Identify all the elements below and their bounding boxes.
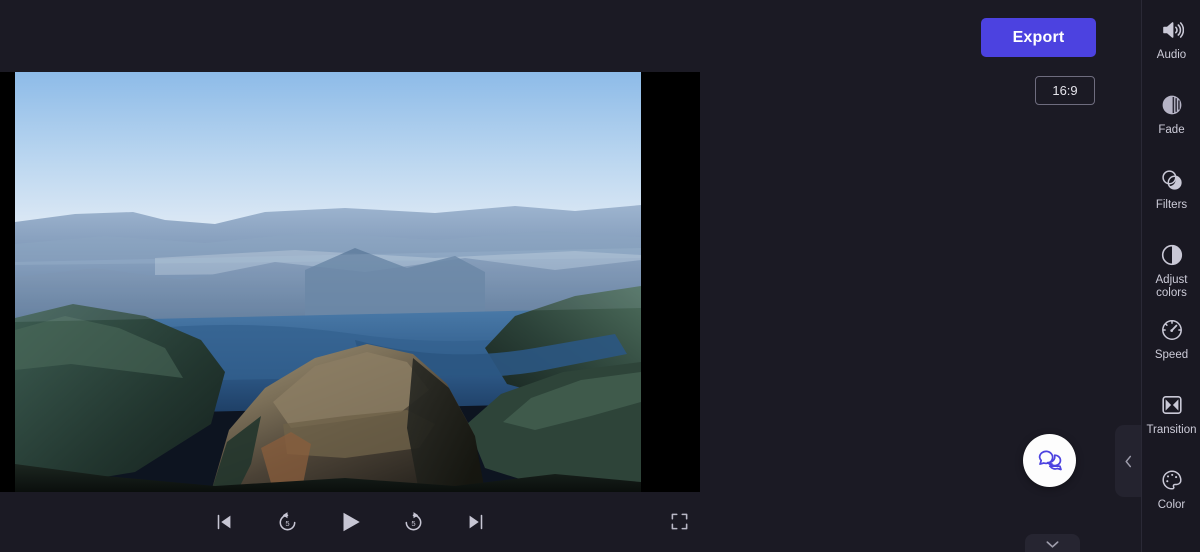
sidebar-item-label: Filters	[1155, 199, 1188, 211]
editor-main-area: Export 16:9 5 5	[0, 0, 1141, 552]
chevron-down-icon	[1046, 541, 1059, 548]
sidebar-item-filters[interactable]: Filters	[1142, 158, 1200, 233]
sidebar-item-label: Speed	[1154, 349, 1189, 361]
video-frame	[15, 72, 641, 492]
sidebar-item-label: Audio	[1156, 49, 1187, 61]
video-preview-canvas[interactable]	[0, 72, 700, 492]
fullscreen-icon	[671, 513, 687, 529]
play-icon	[343, 512, 360, 532]
canyon-landscape-image	[15, 72, 641, 492]
show-timeline-button[interactable]	[1025, 534, 1080, 552]
editor-topbar: Export	[0, 0, 1141, 72]
play-button[interactable]	[333, 505, 367, 539]
rewind-5-icon: 5	[279, 511, 295, 530]
svg-text:5: 5	[285, 518, 289, 527]
sidebar-item-label: Fade	[1158, 124, 1185, 136]
rewind-5-seconds-button[interactable]: 5	[270, 505, 304, 539]
sidebar-item-color[interactable]: Color	[1142, 458, 1200, 533]
chat-bubbles-icon	[1038, 450, 1062, 470]
audio-icon	[1159, 17, 1185, 43]
skip-to-end-icon	[469, 514, 483, 530]
color-icon	[1159, 467, 1185, 493]
sidebar-item-label: Transition	[1146, 424, 1197, 436]
skip-to-start-icon	[217, 514, 231, 530]
sidebar-item-audio[interactable]: Audio	[1142, 8, 1200, 83]
sidebar-item-label: Color	[1157, 499, 1186, 511]
chevron-left-icon	[1124, 455, 1131, 467]
adjust-colors-icon	[1159, 242, 1185, 268]
collapse-panel-button[interactable]	[1115, 425, 1141, 497]
speed-icon	[1159, 317, 1185, 343]
svg-text:5: 5	[411, 518, 415, 527]
playback-controls: 5 5	[0, 492, 700, 552]
sidebar-item-label: Adjust colors	[1155, 274, 1188, 299]
help-chat-button[interactable]	[1023, 434, 1076, 487]
export-button[interactable]: Export	[981, 18, 1096, 57]
fullscreen-button[interactable]	[663, 505, 695, 537]
filters-icon	[1159, 167, 1185, 193]
sidebar-item-fade[interactable]: Fade	[1142, 83, 1200, 158]
tools-sidebar: Audio Fade Filters Adjust colors Speed T…	[1141, 0, 1200, 552]
sidebar-item-speed[interactable]: Speed	[1142, 308, 1200, 383]
transition-icon	[1159, 392, 1185, 418]
aspect-ratio-selector[interactable]: 16:9	[1035, 76, 1095, 105]
fade-icon	[1159, 92, 1185, 118]
skip-to-end-button[interactable]	[459, 505, 493, 539]
forward-5-seconds-button[interactable]: 5	[396, 505, 430, 539]
video-editor-window: Export 16:9 5 5 Audio Fade Filters Adjus…	[0, 0, 1200, 552]
sidebar-item-transition[interactable]: Transition	[1142, 383, 1200, 458]
skip-to-start-button[interactable]	[207, 505, 241, 539]
sidebar-item-adjust-colors[interactable]: Adjust colors	[1142, 233, 1200, 308]
forward-5-icon: 5	[405, 511, 421, 530]
